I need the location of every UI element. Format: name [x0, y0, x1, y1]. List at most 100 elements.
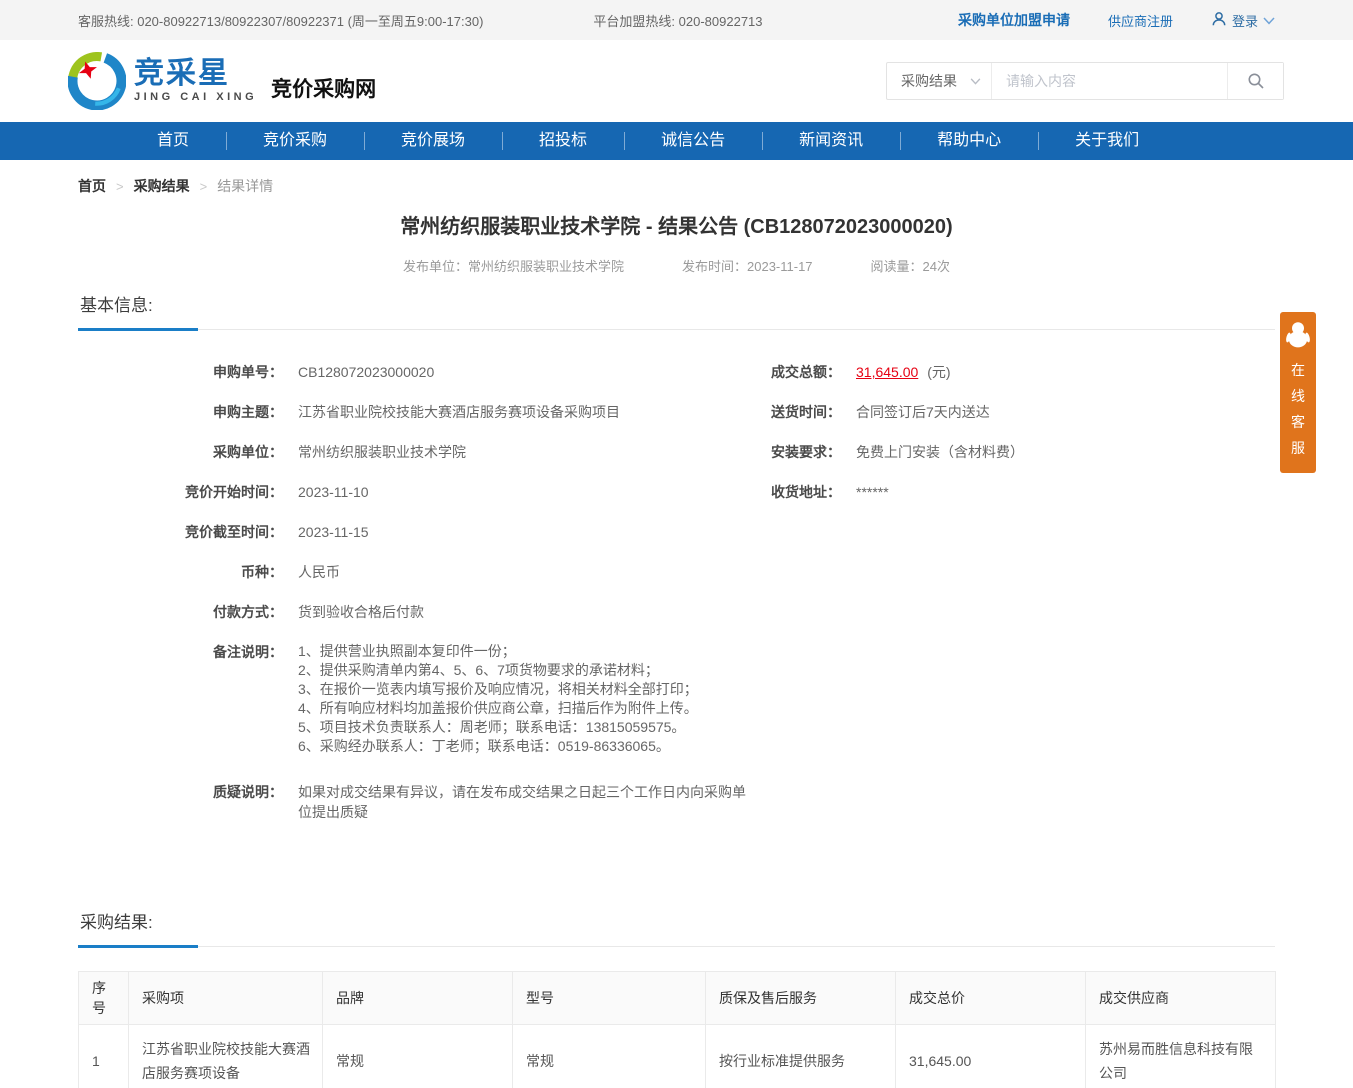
breadcrumb-home[interactable]: 首页 [78, 176, 106, 196]
info-row-end-time: 竞价截至时间： 2023-11-15 [78, 522, 756, 542]
meta-publish-time: 发布时间：2023-11-17 [682, 256, 813, 275]
cell-supplier: 苏州易而胜信息科技有限公司 [1086, 1025, 1276, 1088]
info-label: 成交总额： [756, 362, 841, 382]
info-row-subject: 申购主题： 江苏省职业院校技能大赛酒店服务赛项设备采购项目 [78, 402, 756, 422]
logo-name-en: JING CAI XING [134, 91, 257, 103]
search-category-select[interactable]: 采购结果 [887, 63, 991, 99]
nav-item-bidding-purchase[interactable]: 竞价采购 [226, 122, 364, 160]
logo-swirl-icon [68, 52, 126, 110]
cell-warranty: 按行业标准提供服务 [706, 1025, 896, 1088]
info-row-order-no: 申购单号： CB128072023000020 [78, 362, 756, 382]
breadcrumb-separator: > [116, 179, 124, 194]
nav-item-tenders[interactable]: 招投标 [502, 122, 624, 160]
service-hotline: 客服热线: 020-80922713/80922307/80922371 (周一… [78, 11, 483, 30]
info-label: 申购主题： [78, 402, 283, 422]
cell-index: 1 [79, 1025, 129, 1088]
nav-item-news[interactable]: 新闻资讯 [762, 122, 900, 160]
info-row-delivery-address: 收货地址： ****** [756, 482, 1275, 502]
deal-amount-link[interactable]: 31,645.00 [856, 364, 918, 380]
cell-item: 江苏省职业院校技能大赛酒店服务赛项设备 [129, 1025, 323, 1088]
chevron-down-icon [970, 78, 981, 85]
info-label: 申购单号： [78, 362, 283, 382]
info-row-start-time: 竞价开始时间： 2023-11-10 [78, 482, 756, 502]
info-value: ****** [856, 482, 889, 502]
breadcrumb: 首页 > 采购结果 > 结果详情 [78, 176, 1275, 196]
col-header-total-price: 成交总价 [896, 972, 1086, 1025]
table-row: 1 江苏省职业院校技能大赛酒店服务赛项设备 常规 常规 按行业标准提供服务 31… [79, 1025, 1276, 1088]
col-header-model: 型号 [513, 972, 706, 1025]
info-row-currency: 币种： 人民币 [78, 562, 756, 582]
info-value: 2023-11-15 [298, 522, 369, 542]
results-table: 序号 采购项 品牌 型号 质保及售后服务 成交总价 成交供应商 1 江苏省职业院… [78, 971, 1276, 1088]
main-nav: 首页 竞价采购 竞价展场 招投标 诚信公告 新闻资讯 帮助中心 关于我们 [0, 122, 1353, 160]
remarks-list: 1、提供营业执照副本复印件一份； 2、提供采购清单内第4、5、6、7项货物要求的… [298, 642, 698, 756]
info-label: 付款方式： [78, 602, 283, 622]
qq-penguin-icon [1285, 335, 1311, 352]
col-header-warranty: 质保及售后服务 [706, 972, 896, 1025]
breadcrumb-current: 结果详情 [217, 176, 273, 196]
section-underline [78, 328, 198, 331]
remark-line: 3、在报价一览表内填写报价及响应情况，将相关材料全部打印； [298, 680, 698, 699]
online-service-button[interactable]: 在线客服 [1280, 312, 1316, 473]
breadcrumb-separator: > [200, 179, 208, 194]
breadcrumb-purchase-results[interactable]: 采购结果 [134, 176, 190, 196]
page-title: 常州纺织服装职业技术学院 - 结果公告 (CB128072023000020) [78, 210, 1275, 239]
search-button[interactable] [1227, 63, 1283, 99]
topbar: 客服热线: 020-80922713/80922307/80922371 (周一… [0, 0, 1353, 40]
info-label: 备注说明： [78, 642, 283, 756]
site-header: 竞采星 JING CAI XING 竞价采购网 采购结果 [0, 40, 1353, 122]
site-logo[interactable]: 竞采星 JING CAI XING [68, 52, 257, 110]
remark-line: 2、提供采购清单内第4、5、6、7项货物要求的承诺材料； [298, 661, 698, 680]
info-label: 送货时间： [756, 402, 841, 422]
info-row-dispute: 质疑说明： 如果对成交结果有异议，请在发布成交结果之日起三个工作日内向采购单位提… [78, 782, 756, 822]
nav-item-help-center[interactable]: 帮助中心 [900, 122, 1038, 160]
platform-hotline: 平台加盟热线: 020-80922713 [593, 11, 762, 30]
purchaser-join-link[interactable]: 采购单位加盟申请 [958, 10, 1070, 30]
remark-line: 1、提供营业执照副本复印件一份； [298, 642, 698, 661]
section-underline [78, 945, 198, 948]
meta-read-count: 阅读量：24次 [871, 256, 950, 275]
info-row-remarks: 备注说明： 1、提供营业执照副本复印件一份； 2、提供采购清单内第4、5、6、7… [78, 642, 756, 756]
nav-item-home[interactable]: 首页 [120, 122, 226, 160]
info-label: 竞价开始时间： [78, 482, 283, 502]
site-name: 竞价采购网 [271, 73, 376, 103]
remark-line: 4、所有响应材料均加盖报价供应商公章，扫描后作为附件上传。 [298, 699, 698, 718]
nav-item-integrity-notice[interactable]: 诚信公告 [624, 122, 762, 160]
table-header-row: 序号 采购项 品牌 型号 质保及售后服务 成交总价 成交供应商 [79, 972, 1276, 1025]
login-button[interactable]: 登录 [1211, 11, 1275, 30]
online-service-label: 在线客服 [1291, 357, 1305, 461]
remark-line: 5、项目技术负责联系人：周老师；联系电话：13815059575。 [298, 718, 698, 737]
nav-item-bidding-hall[interactable]: 竞价展场 [364, 122, 502, 160]
info-label: 收货地址： [756, 482, 841, 502]
supplier-register-link[interactable]: 供应商注册 [1108, 11, 1173, 30]
info-label: 质疑说明： [78, 782, 283, 822]
section-basic-info-label: 基本信息: [80, 296, 153, 315]
page-meta: 发布单位：常州纺织服装职业技术学院 发布时间：2023-11-17 阅读量：24… [78, 256, 1275, 275]
info-row-delivery-time: 送货时间： 合同签订后7天内送达 [756, 402, 1275, 422]
search-category-value: 采购结果 [901, 71, 957, 91]
info-value: 合同签订后7天内送达 [856, 402, 990, 422]
section-purchase-results: 采购结果: [78, 908, 1275, 947]
main-content: 首页 > 采购结果 > 结果详情 常州纺织服装职业技术学院 - 结果公告 (CB… [0, 176, 1353, 1088]
info-value: 江苏省职业院校技能大赛酒店服务赛项设备采购项目 [298, 402, 620, 422]
info-label: 采购单位： [78, 442, 283, 462]
amount-unit: (元) [927, 364, 950, 380]
search-input[interactable] [991, 63, 1227, 99]
col-header-item: 采购项 [129, 972, 323, 1025]
section-purchase-results-label: 采购结果: [80, 913, 153, 932]
info-label: 安装要求： [756, 442, 841, 462]
info-label: 币种： [78, 562, 283, 582]
login-label: 登录 [1232, 11, 1258, 30]
user-icon [1211, 11, 1227, 30]
cell-total-price: 31,645.00 [896, 1025, 1086, 1088]
nav-item-about-us[interactable]: 关于我们 [1038, 122, 1176, 160]
section-basic-info: 基本信息: [78, 291, 1275, 330]
info-value: 人民币 [298, 562, 340, 582]
info-value: 2023-11-10 [298, 482, 369, 502]
info-value: 货到验收合格后付款 [298, 602, 424, 622]
chevron-down-icon [1263, 13, 1275, 28]
info-label: 竞价截至时间： [78, 522, 283, 542]
remark-line: 6、采购经办联系人：丁老师；联系电话：0519-86336065。 [298, 737, 698, 756]
logo-name-cn: 竞采星 [134, 59, 257, 89]
search-icon [1247, 72, 1265, 90]
